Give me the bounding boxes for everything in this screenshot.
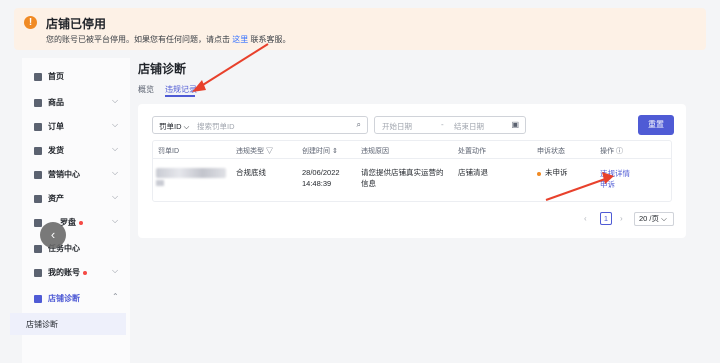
annotation-arrow-appeal (545, 177, 609, 201)
annotation-arrowhead-appeal (602, 172, 614, 184)
page: ! 店铺已停用 您的账号已被平台停用。如果您有任何问题，请点击 这里 联系客服。… (0, 0, 720, 363)
annotation-arrow-tab (197, 43, 269, 89)
annotation-arrows (192, 43, 614, 201)
annotation-arrowhead-tab (192, 80, 206, 92)
